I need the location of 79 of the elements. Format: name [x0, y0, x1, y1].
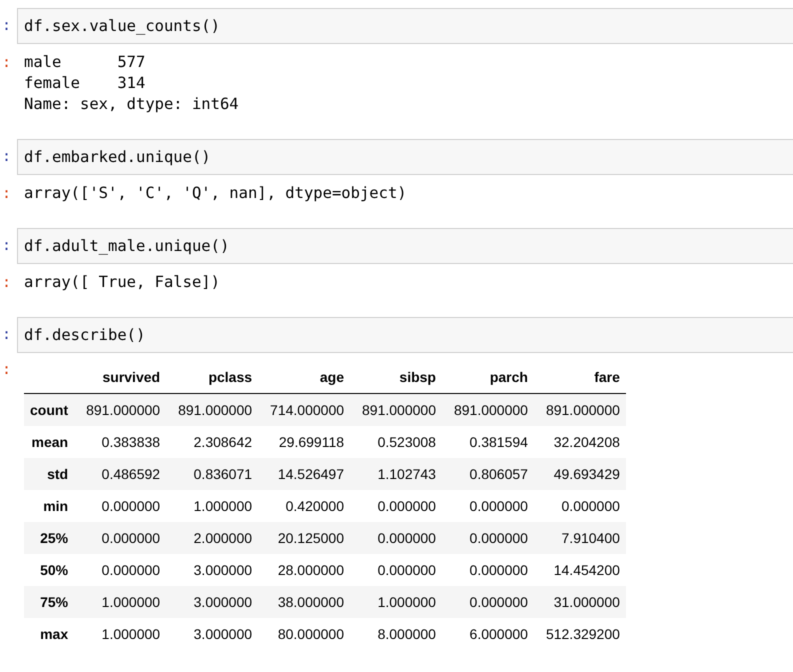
table-cell: 0.000000: [102, 562, 160, 578]
column-header: sibsp: [399, 369, 436, 385]
table-cell: 28.000000: [278, 562, 344, 578]
row-label: 25%: [40, 530, 68, 546]
table-cell: 20.125000: [278, 530, 344, 546]
output-line: female 314: [24, 73, 146, 94]
table-cell: 891.000000: [362, 402, 436, 418]
table-cell: 38.000000: [278, 594, 344, 610]
table-cell: 0.000000: [470, 594, 528, 610]
input-prompt: :: [1, 324, 12, 345]
row-label: 75%: [40, 594, 68, 610]
table-cell: 512.329200: [546, 626, 620, 642]
table-cell: 0.523008: [378, 434, 436, 450]
table-cell: 32.204208: [554, 434, 620, 450]
row-label: mean: [32, 434, 68, 450]
code-cell[interactable]: df.sex.value_counts(): [17, 8, 793, 44]
table-cell: 14.454200: [554, 562, 620, 578]
table-cell: 891.000000: [454, 402, 528, 418]
output-line: Name: sex, dtype: int64: [24, 94, 239, 115]
row-label: 50%: [40, 562, 68, 578]
table-cell: 14.526497: [278, 466, 344, 482]
output-line: array(['S', 'C', 'Q', nan], dtype=object): [24, 183, 407, 204]
table-cell: 0.000000: [102, 498, 160, 514]
output-prompt: :: [1, 52, 12, 73]
table-cell: 0.000000: [470, 530, 528, 546]
table-cell: 891.000000: [86, 402, 160, 418]
table-cell: 0.806057: [470, 466, 528, 482]
table-cell: 2.000000: [194, 530, 252, 546]
table-cell: 3.000000: [194, 626, 252, 642]
table-cell: 0.000000: [102, 530, 160, 546]
table-cell: 1.000000: [194, 498, 252, 514]
row-label: max: [40, 626, 68, 642]
table-cell: 891.000000: [546, 402, 620, 418]
table-cell: 0.000000: [562, 498, 620, 514]
table-cell: 1.000000: [378, 594, 436, 610]
table-cell: 3.000000: [194, 562, 252, 578]
table-cell: 0.000000: [378, 562, 436, 578]
code-cell[interactable]: df.adult_male.unique(): [17, 228, 793, 264]
table-cell: 1.000000: [102, 594, 160, 610]
column-header: pclass: [208, 369, 252, 385]
table-cell: 31.000000: [554, 594, 620, 610]
column-header: parch: [490, 369, 528, 385]
input-prompt: :: [1, 146, 12, 167]
table-cell: 49.693429: [554, 466, 620, 482]
table-cell: 0.381594: [470, 434, 528, 450]
row-label: std: [47, 466, 68, 482]
table-cell: 0.000000: [470, 498, 528, 514]
table-cell: 3.000000: [194, 594, 252, 610]
table-cell: 0.000000: [378, 530, 436, 546]
input-prompt: :: [1, 235, 12, 256]
table-cell: 80.000000: [278, 626, 344, 642]
code-cell[interactable]: df.embarked.unique(): [17, 139, 793, 175]
table-cell: 0.383838: [102, 434, 160, 450]
table-cell: 0.486592: [102, 466, 160, 482]
table-cell: 29.699118: [278, 434, 344, 450]
column-header: fare: [594, 369, 620, 385]
row-label: count: [30, 402, 68, 418]
table-cell: 0.000000: [470, 562, 528, 578]
table-cell: 0.836071: [194, 466, 252, 482]
code-cell[interactable]: df.describe(): [17, 317, 793, 353]
table-cell: 1.000000: [102, 626, 160, 642]
output-prompt: :: [1, 272, 12, 293]
table-cell: 0.420000: [286, 498, 344, 514]
table-cell: 6.000000: [470, 626, 528, 642]
table-cell: 7.910400: [562, 530, 620, 546]
table-cell: 714.000000: [270, 402, 344, 418]
output-line: array([ True, False]): [24, 272, 220, 293]
table-cell: 0.000000: [378, 498, 436, 514]
input-prompt: :: [1, 15, 12, 36]
table-cell: 891.000000: [178, 402, 252, 418]
column-header: age: [320, 369, 344, 385]
table-cell: 8.000000: [378, 626, 436, 642]
table-cell: 1.102743: [378, 466, 436, 482]
output-line: male 577: [24, 52, 146, 73]
table-cell: 2.308642: [194, 434, 252, 450]
output-prompt: :: [1, 359, 12, 380]
row-label: min: [43, 498, 68, 514]
output-prompt: :: [1, 183, 12, 204]
column-header: survived: [102, 369, 160, 385]
